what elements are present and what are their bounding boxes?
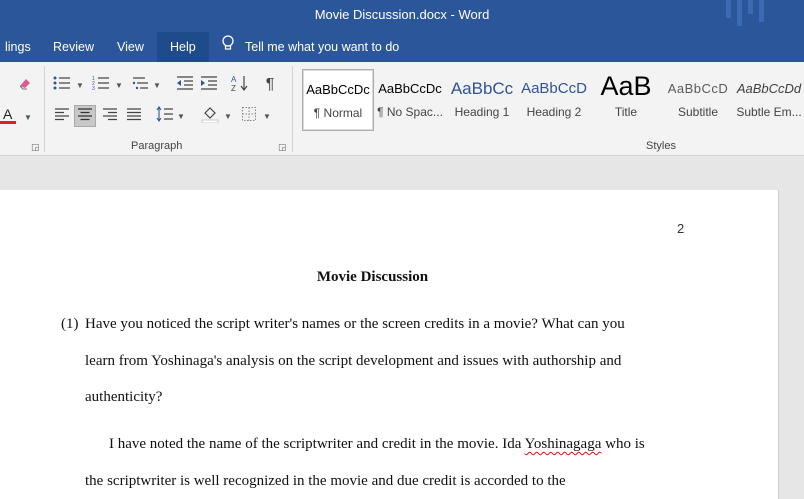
window-title: Movie Discussion.docx - Word (314, 7, 490, 22)
title-bar-decoration (726, 0, 764, 30)
ribbon-tab-bar: lings Review View Help Tell me what you … (0, 32, 804, 62)
style-preview: AaBbCcD (521, 80, 587, 97)
style-name: Heading 2 (526, 105, 582, 119)
tab-mailings[interactable]: lings (0, 32, 42, 62)
multilevel-list-icon (131, 75, 149, 96)
show-formatting-button[interactable]: ¶ (259, 74, 281, 96)
style-heading-2[interactable]: AaBbCcD Heading 2 (518, 69, 590, 131)
paragraph-group-label: Paragraph (131, 140, 183, 152)
chevron-down-icon[interactable]: ▼ (153, 81, 161, 90)
align-right-icon (102, 107, 118, 126)
style-no-spacing[interactable]: AaBbCcDc ¶ No Spac... (374, 69, 446, 131)
multilevel-list-button[interactable] (129, 74, 151, 96)
style-normal[interactable]: AaBbCcDc ¶ Normal (302, 69, 374, 131)
page-number: 2 (677, 221, 685, 236)
decrease-indent-icon (176, 75, 194, 96)
paint-bucket-icon (201, 105, 219, 128)
sort-button[interactable]: AZ (229, 74, 251, 96)
answer-text: I have noted the name of the scriptwrite… (109, 436, 525, 452)
font-color-button[interactable]: A (0, 106, 20, 128)
bullet-list-icon (53, 75, 71, 96)
chevron-down-icon[interactable]: ▼ (177, 112, 185, 121)
justify-icon (126, 107, 142, 126)
bullets-button[interactable] (51, 74, 73, 96)
chevron-down-icon[interactable]: ▼ (76, 81, 84, 90)
eraser-icon (17, 75, 33, 96)
tab-view[interactable]: View (106, 32, 155, 62)
line-spacing-button[interactable] (154, 105, 176, 127)
chevron-down-icon[interactable]: ▼ (224, 112, 232, 121)
styles-group-label: Styles (646, 140, 676, 152)
answer-line: I have noted the name of the scriptwrite… (109, 436, 645, 453)
question-line: authenticity? (85, 389, 163, 405)
borders-icon (241, 106, 257, 127)
align-left-button[interactable] (51, 105, 73, 127)
tab-help[interactable]: Help (157, 32, 209, 62)
style-preview: AaBbCcDc (378, 81, 442, 96)
align-center-icon (77, 107, 93, 126)
font-color-icon: A (0, 106, 18, 129)
chevron-down-icon[interactable]: ▼ (115, 81, 123, 90)
line-spacing-icon (156, 105, 174, 127)
borders-button[interactable] (238, 105, 260, 127)
style-preview: AaB (600, 71, 652, 101)
answer-text: who is (601, 436, 645, 452)
style-name: ¶ Normal (313, 106, 363, 120)
sort-icon: AZ (231, 74, 249, 97)
style-name: Heading 1 (454, 105, 510, 119)
center-button[interactable] (74, 105, 96, 127)
increase-indent-button[interactable] (198, 74, 220, 96)
document-page[interactable]: 2 Movie Discussion (1) Have you noticed … (0, 190, 779, 499)
style-title[interactable]: AaB Title (590, 69, 662, 131)
svg-text:3: 3 (92, 86, 95, 91)
lightbulb-icon (221, 32, 235, 62)
clear-formatting-button[interactable] (14, 74, 36, 96)
pilcrow-icon: ¶ (265, 76, 275, 93)
style-preview: AaBbCcD (667, 81, 729, 96)
justify-button[interactable] (123, 105, 145, 127)
question-line: Have you noticed the script writer's nam… (85, 316, 625, 332)
decrease-indent-button[interactable] (174, 74, 196, 96)
style-heading-1[interactable]: AaBbCc Heading 1 (446, 69, 518, 131)
style-preview: AaBbCcDc (306, 82, 370, 97)
svg-text:A: A (231, 75, 237, 84)
svg-text:A: A (3, 106, 13, 122)
paragraph-dialog-launcher-icon[interactable]: ◲ (278, 142, 287, 153)
style-preview: AaBbCc (450, 79, 514, 98)
numbering-button[interactable]: 123 (90, 74, 112, 96)
align-right-button[interactable] (99, 105, 121, 127)
chevron-down-icon[interactable]: ▼ (263, 112, 271, 121)
tab-review[interactable]: Review (42, 32, 105, 62)
style-preview: AaBbCcDd (736, 81, 802, 96)
tell-me-text: Tell me what you want to do (245, 40, 400, 54)
misspelled-word[interactable]: Yoshinagaga (525, 436, 602, 452)
question-line: learn from Yoshinaga's analysis on the s… (85, 353, 622, 369)
svg-text:Z: Z (231, 84, 236, 92)
style-subtle-emphasis[interactable]: AaBbCcDd Subtle Em... (734, 69, 804, 131)
shading-button[interactable] (199, 105, 221, 127)
title-bar: Movie Discussion.docx - Word (0, 0, 804, 32)
style-subtitle[interactable]: AaBbCcD Subtitle (662, 69, 734, 131)
style-name: ¶ No Spac... (377, 105, 443, 119)
ribbon: A ▼ ◲ ▼ 123 ▼ ▼ AZ ¶ ▼ ▼ ▼ Paragraph ◲ A… (0, 62, 804, 156)
document-title: Movie Discussion (316, 269, 429, 285)
chevron-down-icon[interactable]: ▼ (24, 113, 32, 122)
align-left-icon (54, 107, 70, 126)
question-marker: (1) (61, 316, 79, 332)
style-name: Title (614, 105, 638, 119)
tell-me-box[interactable]: Tell me what you want to do (221, 32, 399, 62)
style-name: Subtitle (677, 105, 719, 119)
dialog-launcher-icon[interactable]: ◲ (31, 142, 40, 153)
numbered-list-icon: 123 (92, 75, 110, 96)
style-name: Subtle Em... (736, 105, 802, 119)
increase-indent-icon (200, 75, 218, 96)
answer-line: the scriptwriter is well recognized in t… (85, 473, 566, 489)
